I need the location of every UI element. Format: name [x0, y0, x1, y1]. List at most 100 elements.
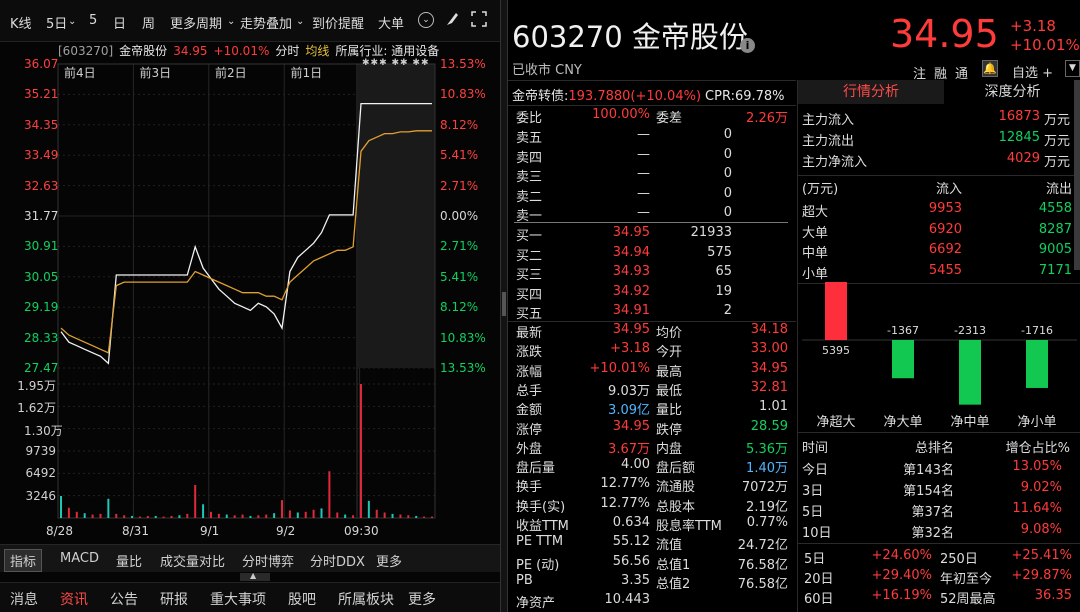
tab-deep-analysis[interactable]: 深度分析 [944, 80, 1080, 104]
volume-bar [375, 509, 378, 518]
tb-week[interactable]: 周 [142, 13, 155, 32]
stat-label: 流通股 [656, 480, 696, 496]
tab-volume-compare[interactable]: 成交量对比 [160, 551, 225, 570]
tab-news[interactable]: 资讯 [60, 589, 88, 609]
rank-total: 第37名 [911, 505, 954, 520]
price-tick: 29.19 [24, 300, 59, 315]
chevron-down-icon[interactable]: ▼ [1065, 60, 1080, 77]
collapse-handle[interactable]: ▲ [240, 571, 270, 581]
ask-price[interactable]: — [570, 205, 650, 220]
ask-volume: 0 [723, 166, 732, 181]
stat-value: 55.12 [612, 534, 650, 550]
period-label: 60日 [804, 592, 834, 607]
tab-timeshare-game[interactable]: 分时博弈 [242, 551, 294, 570]
tab-sector[interactable]: 所属板块 [338, 589, 394, 609]
pct-tick: 10.83% [440, 87, 486, 102]
stat-value: 34.95 [750, 360, 788, 376]
bid-label: 买一 [516, 229, 543, 244]
brush-icon[interactable] [445, 11, 459, 31]
fullscreen-icon[interactable] [471, 11, 487, 31]
pane-splitter[interactable] [500, 0, 508, 612]
tab-more-nav[interactable]: 更多 [408, 589, 436, 609]
stat-label: 换手 [516, 480, 543, 496]
tab-messages[interactable]: 消息 [10, 589, 38, 609]
order-in: 9953 [928, 201, 962, 216]
order-label: 大单 [802, 225, 829, 241]
chevron-down-icon[interactable]: ⌄ [68, 16, 76, 27]
bid-price[interactable]: 34.95 [570, 225, 650, 240]
tb-more-periods[interactable]: 更多周期 [170, 13, 222, 32]
ask-price[interactable]: — [570, 127, 650, 142]
market-status: 已收市 CNY [512, 63, 582, 78]
stat-row: PB 3.35 总值2 76.58亿 [508, 573, 792, 592]
tab-market-analysis[interactable]: 行情分析 [798, 80, 944, 104]
tab-macd[interactable]: MACD [60, 551, 99, 566]
flow-value: 12845 [998, 130, 1040, 145]
x-tick: 09:30 [344, 524, 379, 538]
volume-bar [296, 512, 299, 518]
volume-bar [383, 512, 386, 518]
volume-bar [407, 515, 410, 518]
volume-bar [60, 496, 62, 518]
period-row: 60日 +16.19% 52周最高 36.35 [798, 588, 1080, 608]
stat-label: PE (动) [516, 557, 560, 573]
flow-row: 主力流入 16873 万元 [798, 109, 1080, 129]
bell-icon[interactable]: 🔔 [982, 60, 998, 77]
bid-price[interactable]: 34.91 [570, 303, 650, 318]
chevron-circle-icon[interactable]: ⌄ [418, 12, 434, 28]
bid-price[interactable]: 34.93 [570, 264, 650, 279]
ask-price[interactable]: — [570, 166, 650, 181]
legend-dots-icon[interactable]: ✱✱✱ ✱✱ ✱✱ [362, 58, 430, 68]
big-pct: +10.01% [1010, 36, 1080, 54]
tb-big-order[interactable]: 大单 [378, 13, 416, 32]
period-value: 36.35 [1034, 588, 1072, 603]
period-value: +29.87% [1011, 568, 1072, 583]
order-out: 9005 [1038, 242, 1072, 257]
divider [798, 175, 1080, 176]
rank-head-time: 时间 [802, 441, 829, 456]
tab-ddx[interactable]: 分时DDX [310, 551, 365, 570]
analysis-pane: 行情分析 深度分析 主力流入 16873 万元 主力流出 12845 万元 主力净流入 402… [797, 80, 1080, 612]
rank-row: 今日 第143名 13.05% [798, 459, 1080, 479]
intraday-chart[interactable]: 36.07 35.21 34.35 33.49 32.63 31.77 30.91 30.05… [0, 56, 500, 538]
price-tick: 30.91 [24, 239, 59, 254]
info-icon[interactable]: i [740, 38, 755, 53]
volume-bar [154, 515, 157, 518]
pct-tick: 2.71% [440, 239, 479, 254]
tab-announcements[interactable]: 公告 [110, 589, 138, 609]
bond-value[interactable]: 193.7880(+10.04%) [568, 89, 701, 104]
tab-volume-ratio[interactable]: 量比 [116, 551, 142, 570]
bid-label: 买三 [516, 268, 543, 283]
tab-indicator[interactable]: 指标 [4, 549, 43, 572]
watchlist-button[interactable]: 自选 + [1012, 62, 1053, 81]
tb-price-alert[interactable]: 到价提醒 [312, 13, 364, 32]
volume-bar [233, 515, 236, 518]
bid-price[interactable]: 34.94 [570, 245, 650, 260]
tb-5[interactable]: 5 [89, 13, 97, 28]
rank-pct: 11.64% [1012, 501, 1062, 516]
bid-volume: 65 [715, 264, 732, 279]
rank-pct: 9.08% [1020, 522, 1062, 537]
big-price: 34.95 [890, 12, 999, 56]
stat-label: 总股本 [656, 499, 696, 515]
ask-price[interactable]: — [570, 186, 650, 201]
tb-day[interactable]: 日 [113, 13, 126, 32]
stat-row: 总手 9.03万 最低 32.81 [508, 380, 792, 399]
bid-row: 买三 34.93 65 [508, 264, 792, 283]
bar-value-label: 5395 [822, 344, 850, 357]
tb-5day[interactable]: 5日 [46, 13, 67, 32]
scrollbar[interactable] [1074, 80, 1080, 270]
ask-label: 卖四 [516, 150, 543, 166]
ask-price[interactable]: — [570, 147, 650, 162]
rank-head-pct: 增仓占比% [1005, 441, 1070, 456]
tb-overlay[interactable]: 走势叠加 [240, 13, 292, 32]
bid-price[interactable]: 34.92 [570, 284, 650, 299]
stat-value: 1.40万 [746, 461, 788, 477]
stat-label: 内盘 [656, 441, 683, 457]
tab-major-events[interactable]: 重大事项 [210, 589, 266, 609]
tb-kline[interactable]: K线 [10, 13, 32, 32]
tab-forum[interactable]: 股吧 [288, 589, 316, 609]
tab-more[interactable]: 更多 [376, 551, 402, 570]
tab-research[interactable]: 研报 [160, 589, 188, 609]
cpr-value: CPR:69.78% [705, 89, 785, 104]
